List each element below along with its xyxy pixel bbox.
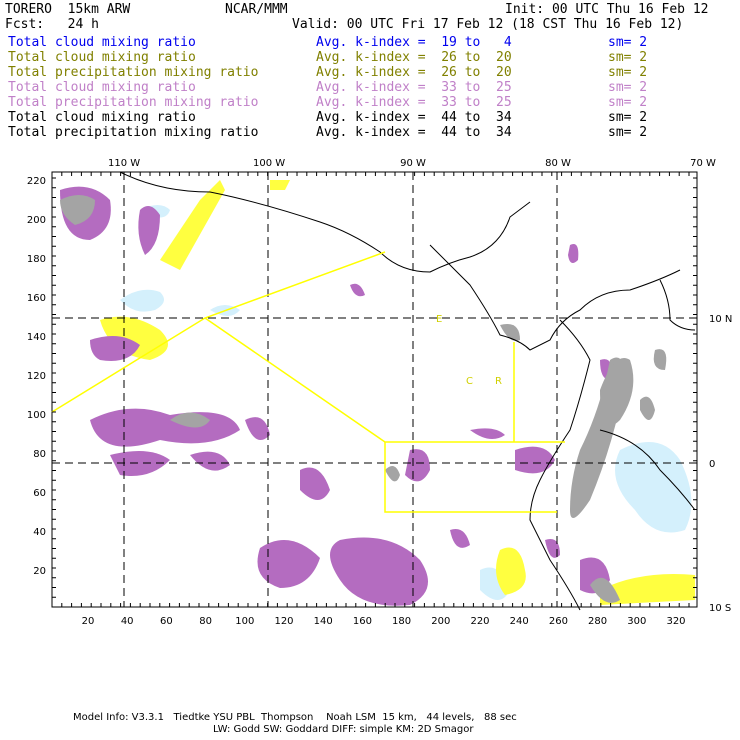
y-tick-label: 220 [26,176,46,187]
x-tick-label: 220 [470,616,490,627]
x-tick-label: 100 [235,616,255,627]
y-tick-label: 160 [26,293,46,304]
y-tick-label: 100 [26,410,46,421]
x-tick-label: 60 [160,616,173,627]
map [51,171,698,611]
x-tick-label: 260 [548,616,568,627]
region-letter: E [436,314,443,325]
model-info-line2: LW: Godd SW: Goddard DIFF: simple KM: 2D… [213,724,474,735]
longitude-label: 100 W [253,158,286,169]
region-letter: R [495,376,502,387]
y-tick-label: 140 [26,332,46,343]
latitude-label: 10 S [709,603,732,614]
region-letter: C [466,376,473,387]
longitude-label: 110 W [108,158,141,169]
y-tick-label: 80 [33,449,46,460]
y-tick-label: 200 [26,215,46,226]
x-tick-label: 200 [431,616,451,627]
x-tick-label: 80 [199,616,212,627]
model-info-line1: Model Info: V3.3.1 Tiedtke YSU PBL Thomp… [73,712,517,723]
y-tick-label: 180 [26,254,46,265]
forecast-plot: TORERO 15km ARW NCAR/MMM Init: 00 UTC Th… [0,0,740,740]
longitude-label: 70 W [690,158,716,169]
x-tick-label: 160 [352,616,372,627]
x-tick-label: 280 [588,616,608,627]
latitude-label: 0 [709,459,716,470]
latitude-label: 10 N [709,314,733,325]
x-tick-label: 140 [313,616,333,627]
y-tick-label: 60 [33,488,46,499]
y-tick-label: 120 [26,371,46,382]
y-tick-label: 20 [33,566,46,577]
longitude-label: 80 W [545,158,571,169]
x-tick-label: 40 [120,616,134,627]
x-tick-label: 180 [392,616,412,627]
x-tick-label: 240 [509,616,529,627]
x-tick-label: 120 [274,616,294,627]
x-tick-label: 320 [666,616,686,627]
x-tick-label: 20 [81,616,95,627]
y-tick-label: 40 [33,527,46,538]
longitude-label: 90 W [400,158,426,169]
x-tick-label: 300 [627,616,647,627]
